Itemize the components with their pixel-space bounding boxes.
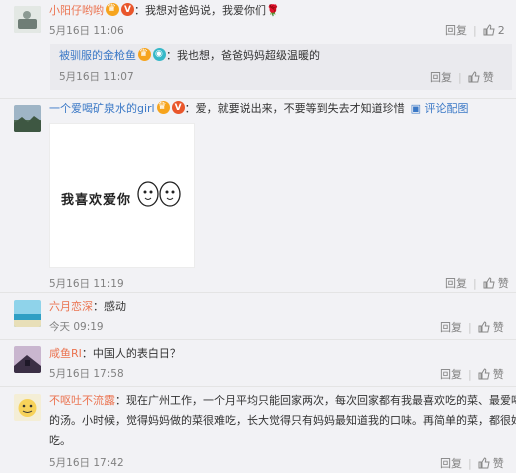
thumb-up-icon <box>478 321 490 333</box>
like-label: 赞 <box>482 71 494 84</box>
image-caption: 我喜欢爱你 <box>61 193 132 208</box>
avatar[interactable] <box>14 6 41 33</box>
sub-reply: 被驯服的金枪鱼 ：我也想，爸爸妈妈超级温暖的 5月16日 11:07 回复|赞 <box>50 44 512 90</box>
avatar[interactable] <box>14 394 41 421</box>
commenter-name[interactable]: 小阳仔哟哟 <box>49 4 104 17</box>
comment-image-link[interactable]: ▣ 评论配图 <box>411 102 469 115</box>
comment-text: ：爱，就要说出来，不要等到失去才知道珍惜 <box>184 102 405 115</box>
sub-reply-actions: 回复 | 赞 <box>430 71 494 84</box>
reply-button[interactable]: 回复 <box>440 457 462 470</box>
commenter-name[interactable]: 六月恋深 <box>49 300 93 313</box>
reply-button[interactable]: 回复 <box>430 71 452 84</box>
avatar[interactable] <box>14 346 41 373</box>
comment-actions: 回复 | 赞 <box>445 277 509 290</box>
comment-text-line-2: 的汤。小时候，觉得妈妈做的菜很难吃，长大觉得只有妈妈最知道我的口味。再简单的菜，… <box>49 414 516 427</box>
comment-item: 小阳仔哟哟 ：我想对爸妈说，我爱你们🌹 5月16日 11:06 回复|2 被驯服的… <box>0 0 516 98</box>
crown-badge-icon <box>156 99 170 115</box>
commenter-name[interactable]: 一个爱喝矿泉水的girl <box>49 102 155 115</box>
like-button[interactable]: 赞 <box>478 368 504 381</box>
rose-emoji-icon: 🌹 <box>266 4 280 17</box>
comment-text-line: 小阳仔哟哟 ：我想对爸妈说，我爱你们🌹 <box>49 1 280 19</box>
comment-text-line-3: 吃。 <box>49 434 71 447</box>
comment-text-line: 不呕吐不流露：现在广州工作，一个月平均只能回家两次，每次回家都有我最喜欢吃的菜、… <box>49 393 516 409</box>
like-button[interactable]: 赞 <box>478 321 504 334</box>
sub-reply-time: 5月16日 11:07 <box>59 71 134 83</box>
meme-face-icon <box>137 181 181 207</box>
commenter-name[interactable]: 不呕吐不流露 <box>49 394 115 407</box>
like-label: 赞 <box>492 457 504 470</box>
vip-badge-icon <box>121 2 134 18</box>
comment-text: ：我想对爸妈说，我爱你们 <box>134 4 266 17</box>
commenter-name[interactable]: 咸鱼RI <box>49 347 82 360</box>
avatar-image <box>14 6 41 33</box>
avatar[interactable] <box>14 300 41 327</box>
like-button[interactable]: 赞 <box>468 71 494 84</box>
comment-text-line: 一个爱喝矿泉水的girl ：爱，就要说出来，不要等到失去才知道珍惜 ▣ 评论配图 <box>49 99 469 117</box>
camera-badge-icon <box>153 46 166 62</box>
avatar-image <box>14 105 41 132</box>
comment-time: 今天 09:19 <box>49 321 104 333</box>
comment-actions: 回复 | 赞 <box>440 368 504 381</box>
sub-reply-text: ：我也想，爸爸妈妈超级温暖的 <box>166 49 320 62</box>
thumb-up-icon <box>478 457 490 469</box>
thumb-up-icon <box>468 71 480 83</box>
comment-actions: 回复 | 赞 <box>440 321 504 334</box>
crown-badge-icon <box>138 46 151 62</box>
reply-button[interactable]: 回复 <box>440 368 462 381</box>
reply-button[interactable]: 回复 <box>445 24 467 37</box>
avatar-image <box>14 300 41 327</box>
comment-time: 5月16日 11:19 <box>49 278 124 290</box>
divider <box>0 386 516 387</box>
thumb-up-icon <box>478 368 490 380</box>
comment-time: 5月16日 17:58 <box>49 368 124 380</box>
comment-text-line: 六月恋深：感动 <box>49 299 126 315</box>
divider <box>0 339 516 340</box>
sub-reply-name[interactable]: 被驯服的金枪鱼 <box>59 49 136 62</box>
comment-text-line-1: ：现在广州工作，一个月平均只能回家两次，每次回家都有我最喜欢吃的菜、最爱喝 <box>115 394 516 407</box>
like-button[interactable]: 赞 <box>483 277 509 290</box>
comment-time: 5月16日 17:42 <box>49 457 124 469</box>
crown-badge-icon <box>106 1 119 17</box>
comment-text: ：感动 <box>93 300 126 313</box>
comment-text-line: 咸鱼RI：中国人的表白日？ <box>49 346 181 362</box>
like-label: 赞 <box>492 368 504 381</box>
like-button[interactable]: 2 <box>483 24 505 37</box>
like-label: 赞 <box>492 321 504 334</box>
avatar[interactable] <box>14 105 41 132</box>
comment-actions: 回复 | 2 <box>445 24 505 37</box>
comment-time: 5月16日 11:06 <box>49 25 124 37</box>
sub-reply-text-line: 被驯服的金枪鱼 ：我也想，爸爸妈妈超级温暖的 <box>59 46 320 64</box>
comment-text: ：中国人的表白日？ <box>81 347 181 360</box>
reply-button[interactable]: 回复 <box>440 321 462 334</box>
thumb-up-icon <box>483 24 495 36</box>
divider <box>0 292 516 293</box>
like-label: 赞 <box>497 277 509 290</box>
comment-image[interactable]: 我喜欢爱你 <box>49 123 195 268</box>
comment-image-link-label: 评论配图 <box>424 102 469 115</box>
thumb-up-icon <box>483 277 495 289</box>
like-count: 2 <box>497 24 505 37</box>
image-icon: ▣ <box>410 102 422 115</box>
comment-actions: 回复 | 赞 <box>440 457 504 470</box>
comment-list: 小阳仔哟哟 ：我想对爸妈说，我爱你们🌹 5月16日 11:06 回复|2 被驯服的… <box>0 0 516 473</box>
reply-button[interactable]: 回复 <box>445 277 467 290</box>
like-button[interactable]: 赞 <box>478 457 504 470</box>
avatar-image <box>14 394 41 421</box>
avatar-image <box>14 346 41 373</box>
vip-badge-icon <box>171 100 185 116</box>
